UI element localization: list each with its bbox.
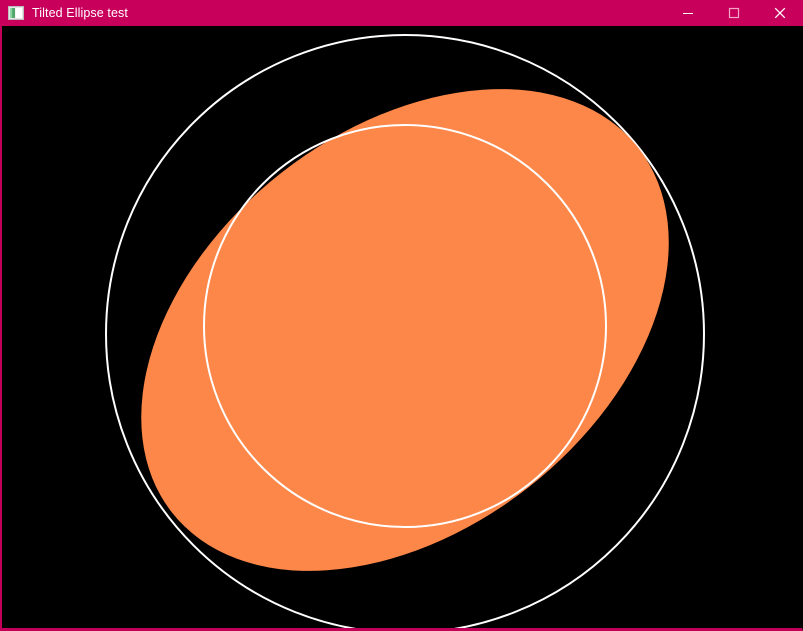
- application-window: Tilted Ellipse test Hopefully the ellips…: [0, 0, 803, 631]
- title-bar[interactable]: Tilted Ellipse test: [0, 0, 803, 26]
- picture-icon: [8, 5, 24, 21]
- window-title: Tilted Ellipse test: [32, 6, 128, 20]
- minimize-button[interactable]: [665, 0, 711, 26]
- maximize-button[interactable]: [711, 0, 757, 26]
- close-button[interactable]: [757, 0, 803, 26]
- graphics-canvas: [2, 26, 801, 628]
